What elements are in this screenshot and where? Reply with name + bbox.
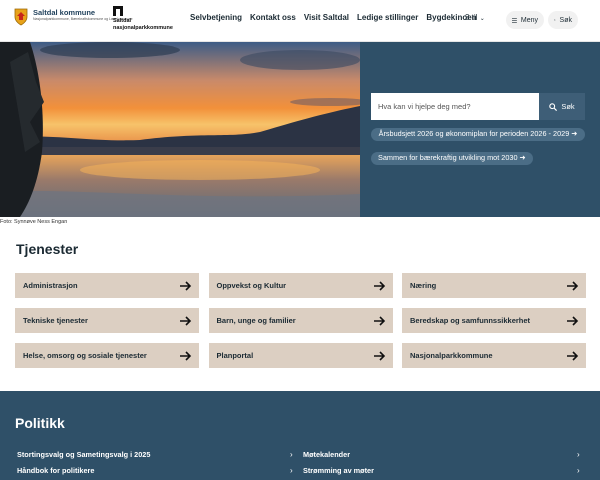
language-selector[interactable]: 3 til ⌄ <box>465 13 485 22</box>
service-tile-label: Oppvekst og Kultur <box>216 281 287 290</box>
service-tile-label: Helse, omsorg og sosiale tjenester <box>23 351 147 360</box>
nasjonalpark-mark-icon <box>113 6 123 16</box>
arrow-right-icon: ➜ <box>571 129 578 138</box>
nav-kontakt-oss[interactable]: Kontakt oss <box>250 13 296 22</box>
hero-photo <box>0 42 360 217</box>
nasjonalpark-logo[interactable]: Saltdal nasjonalparkkommune <box>113 6 173 31</box>
chevron-right-icon: › <box>290 450 293 459</box>
service-tile-label: Beredskap og samfunnssikkerhet <box>410 316 531 325</box>
hero-search-button[interactable]: Søk <box>539 93 585 120</box>
coat-of-arms-icon <box>14 8 28 26</box>
service-tile-tekniske[interactable]: Tekniske tjenester <box>15 308 199 333</box>
service-tile-label: Planportal <box>216 351 254 360</box>
arrow-right-icon <box>373 350 385 361</box>
politics-title: Politikk <box>15 415 65 431</box>
politics-link-valg[interactable]: Stortingsvalg og Sametingsvalg i 2025 <box>17 450 150 459</box>
service-tile-helse[interactable]: Helse, omsorg og sosiale tjenester <box>15 343 199 368</box>
hero-banner: Søk Årsbudsjett 2026 og økonomiplan for … <box>0 42 600 217</box>
service-tile-barn-unge[interactable]: Barn, unge og familier <box>208 308 393 333</box>
chevron-right-icon: › <box>577 450 580 459</box>
service-tile-nasjonalpark[interactable]: Nasjonalparkkommune <box>402 343 586 368</box>
search-icon <box>554 19 556 21</box>
service-tile-label: Administrasjon <box>23 281 78 290</box>
arrow-right-icon <box>373 315 385 326</box>
service-tile-label: Næring <box>410 281 437 290</box>
service-tile-label: Tekniske tjenester <box>23 316 88 325</box>
hero-link-budget-label: Årsbudsjett 2026 og økonomiplan for peri… <box>378 129 570 138</box>
politics-link-stromming[interactable]: Strømming av møter <box>303 466 374 475</box>
photo-credit: Foto: Synnøve Ness Engan <box>0 219 68 225</box>
hero-search-label: Søk <box>561 102 575 111</box>
main-nav: Selvbetjening Kontakt oss Visit Saltdal … <box>190 13 485 22</box>
arrow-right-icon <box>567 315 579 326</box>
service-tile-oppvekst[interactable]: Oppvekst og Kultur <box>208 273 393 298</box>
sunset-landscape-image <box>0 42 360 217</box>
services-title: Tjenester <box>16 241 79 257</box>
nasjonalpark-line2: nasjonalparkkommune <box>113 24 173 31</box>
menu-label: Meny <box>520 16 538 24</box>
service-tile-label: Barn, unge og familier <box>216 316 296 325</box>
nav-selvbetjening[interactable]: Selvbetjening <box>190 13 242 22</box>
search-label: Søk <box>559 16 572 24</box>
politics-link-handbok[interactable]: Håndbok for politikere <box>17 466 94 475</box>
service-tile-administrasjon[interactable]: Administrasjon <box>15 273 199 298</box>
politics-section: Politikk Stortingsvalg og Sametingsvalg … <box>0 391 600 480</box>
search-icon <box>549 102 558 111</box>
hero-link-budget[interactable]: Årsbudsjett 2026 og økonomiplan for peri… <box>371 128 585 141</box>
chevron-right-icon: › <box>577 466 580 475</box>
arrow-right-icon: ➜ <box>519 153 526 162</box>
chevron-down-icon: ⌄ <box>479 16 485 22</box>
site-header: Saltdal kommune Nasjonalparkkommune, Bær… <box>0 0 600 42</box>
arrow-right-icon <box>567 280 579 291</box>
menu-button[interactable]: Meny <box>506 11 544 29</box>
nav-ledige-stillinger[interactable]: Ledige stillinger <box>357 13 418 22</box>
hero-link-sustainability[interactable]: Sammen for bærekraftig utvikling mot 203… <box>371 152 533 165</box>
header-search-button[interactable]: Søk <box>548 11 578 29</box>
nav-visit-saltdal[interactable]: Visit Saltdal <box>304 13 349 22</box>
hamburger-icon <box>512 17 517 23</box>
arrow-right-icon <box>567 350 579 361</box>
services-grid: Administrasjon Oppvekst og Kultur Næring… <box>15 273 586 368</box>
service-tile-beredskap[interactable]: Beredskap og samfunnssikkerhet <box>402 308 586 333</box>
chevron-right-icon: › <box>290 466 293 475</box>
service-tile-naering[interactable]: Næring <box>402 273 586 298</box>
service-tile-label: Nasjonalparkkommune <box>410 351 493 360</box>
arrow-right-icon <box>180 315 192 326</box>
politics-link-motekalender[interactable]: Møtekalender <box>303 450 350 459</box>
arrow-right-icon <box>180 350 192 361</box>
language-label: 3 til <box>465 13 478 22</box>
arrow-right-icon <box>180 280 192 291</box>
arrow-right-icon <box>373 280 385 291</box>
service-tile-planportal[interactable]: Planportal <box>208 343 393 368</box>
hero-search-input[interactable] <box>371 93 539 120</box>
hero-link-sustainability-label: Sammen for bærekraftig utvikling mot 203… <box>378 153 518 162</box>
